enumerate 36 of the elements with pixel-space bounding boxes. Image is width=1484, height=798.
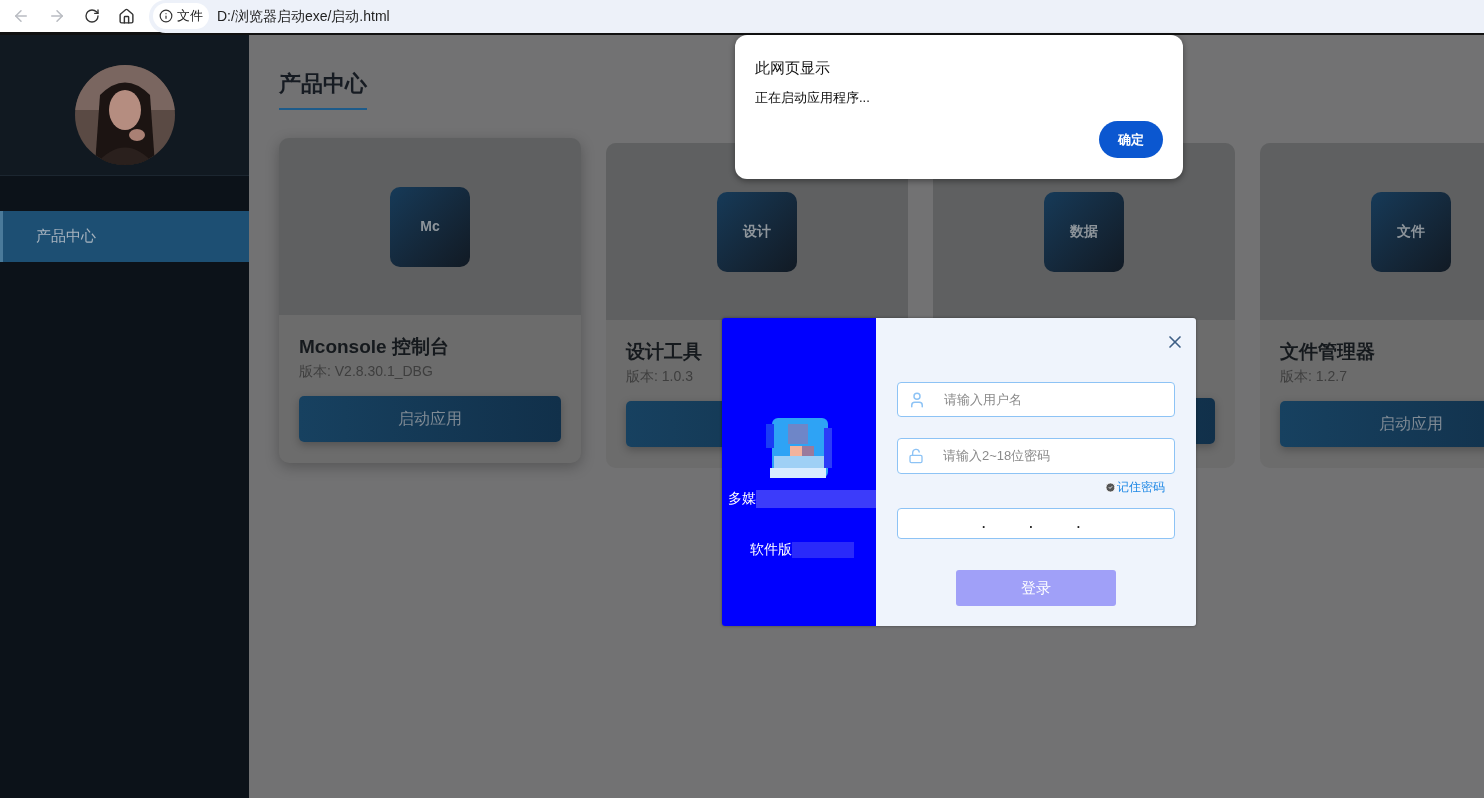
app-icon: 文件 (1371, 191, 1451, 272)
password-input[interactable]: 请输入2~18位密码 (943, 446, 1174, 466)
app-icon: Mc (390, 186, 470, 267)
sidebar-item[interactable]: 产品中心 (0, 211, 249, 262)
address-bar[interactable]: 文件 D:/浏览器启动exe/启动.html (149, 0, 1484, 33)
separator-dot: . (1029, 515, 1033, 533)
launch-button[interactable]: 启动应用 (1280, 401, 1484, 447)
redaction-mosaic (792, 541, 854, 558)
site-info-chip[interactable]: 文件 (153, 3, 209, 29)
user-icon (908, 390, 926, 409)
username-field[interactable]: 请输入用户名 (897, 382, 1175, 417)
password-field[interactable]: 请输入2~18位密码 (897, 438, 1175, 474)
remember-password[interactable]: 记住密码 (1105, 478, 1165, 496)
username-input[interactable]: 请输入用户名 (944, 389, 1174, 410)
card-title: 文件管理器 (1280, 340, 1376, 364)
card-title: 设计工具 (626, 340, 703, 364)
card-title: Mconsole 控制台 (299, 335, 450, 359)
reload-button[interactable] (84, 8, 100, 24)
lock-icon (908, 448, 924, 464)
separator-dot: . (982, 515, 986, 533)
alert-message: 正在启动应用程序... (755, 88, 871, 107)
separator-dot: . (1076, 515, 1081, 533)
check-icon (1105, 481, 1116, 493)
address-field[interactable]: . . . (897, 508, 1175, 539)
app-icon: 设计 (717, 191, 797, 272)
edition-text: 软件版 (750, 540, 792, 559)
security-label: 文件 (177, 7, 203, 26)
alert-title: 此网页显示 (755, 58, 831, 78)
launch-button[interactable]: 启动应用 (299, 396, 561, 442)
page-title: 产品中心 (279, 67, 367, 110)
ok-button[interactable]: 确定 (1099, 121, 1163, 158)
info-icon (159, 9, 173, 23)
app-icon: 数据 (1044, 191, 1124, 272)
url-text: D:/浏览器启动exe/启动.html (217, 6, 390, 26)
home-button[interactable] (118, 7, 135, 25)
brand-name: 多媒 (728, 489, 756, 508)
